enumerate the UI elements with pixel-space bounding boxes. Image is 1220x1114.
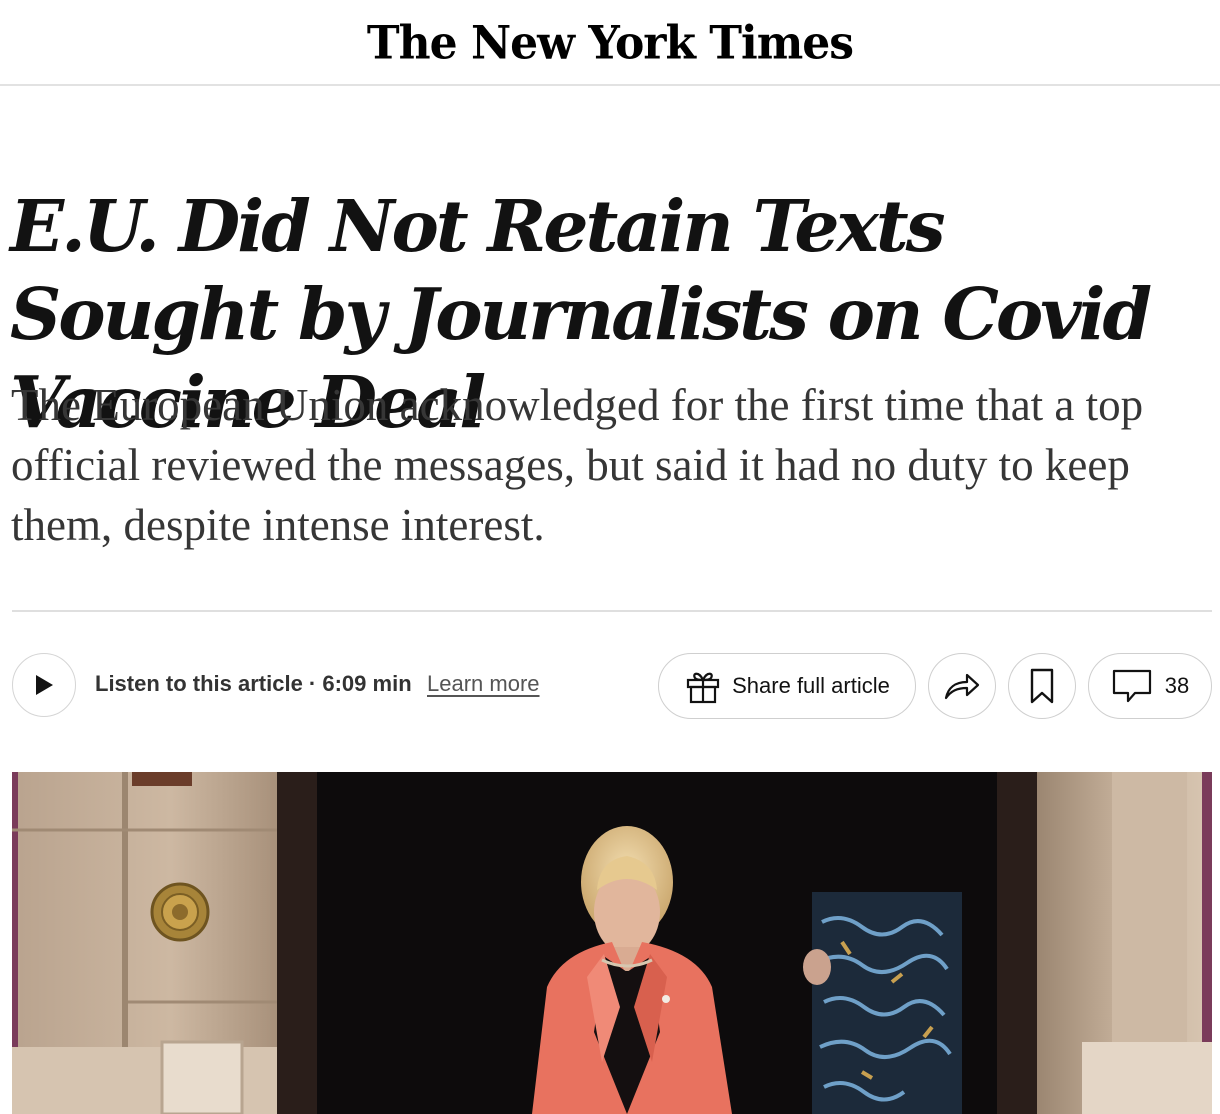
share-full-article-button[interactable]: Share full article xyxy=(658,653,916,719)
share-arrow-icon xyxy=(944,673,980,700)
play-icon xyxy=(36,675,53,695)
share-full-article-label: Share full article xyxy=(732,673,890,698)
masthead: The New York Times xyxy=(0,0,1220,86)
play-audio-button[interactable] xyxy=(12,653,76,717)
article-toolbar: Listen to this article · 6:09 min Learn … xyxy=(12,653,1212,719)
lead-photo-illustration xyxy=(12,772,1212,1114)
nyt-logo[interactable]: The New York Times xyxy=(367,16,854,70)
comments-count: 38 xyxy=(1164,673,1190,698)
article-summary: The European Union acknowledged for the … xyxy=(11,380,1144,550)
save-button[interactable] xyxy=(1008,653,1076,719)
learn-more-link[interactable]: Learn more xyxy=(427,671,540,697)
listen-label: Listen to this article · 6:09 min xyxy=(95,671,412,696)
bookmark-icon xyxy=(1030,668,1054,704)
lead-photo[interactable] xyxy=(12,772,1212,1114)
divider xyxy=(12,610,1212,612)
gift-icon xyxy=(687,672,720,704)
share-button[interactable] xyxy=(928,653,996,719)
comment-icon xyxy=(1112,669,1151,703)
comments-button[interactable]: 38 xyxy=(1088,653,1212,719)
